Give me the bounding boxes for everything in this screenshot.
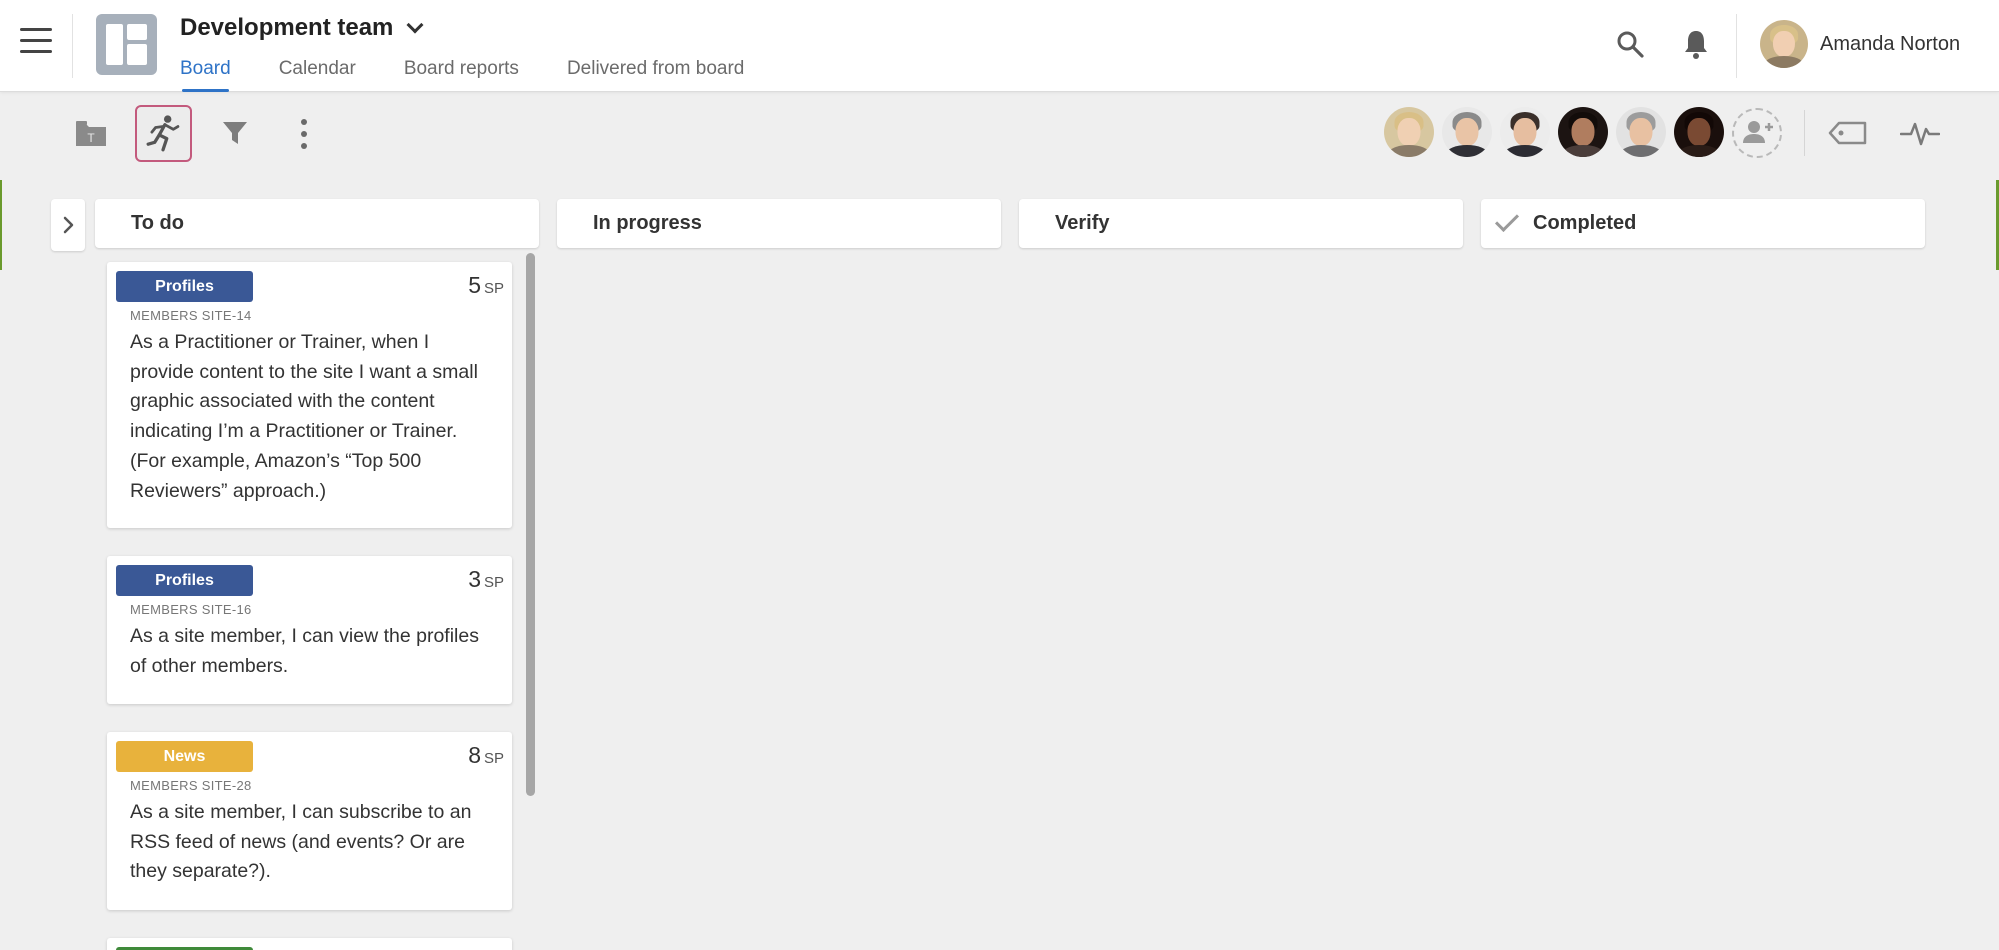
card-tag: News (116, 741, 253, 772)
card-id: MEMBERS SITE-28 (130, 778, 252, 793)
filter-icon[interactable] (220, 118, 250, 148)
chevron-right-icon (63, 216, 74, 234)
user-avatar (1760, 20, 1808, 68)
story-points-unit: SP (483, 280, 504, 297)
user-menu[interactable]: Amanda Norton (1760, 20, 1960, 68)
card-description: As a Practitioner or Trainer, when I pro… (130, 331, 478, 502)
column-header-in-progress[interactable]: In progress (557, 199, 1001, 248)
tab-board-reports[interactable]: Board reports (404, 58, 519, 92)
member-avatar[interactable] (1384, 107, 1434, 157)
story-card[interactable]: Profiles 3 SP MEMBERS SITE-16 As a site … (107, 556, 512, 704)
column-scrollbar[interactable] (526, 253, 535, 796)
more-vertical-icon[interactable] (294, 118, 314, 150)
card-id: MEMBERS SITE-14 (130, 308, 252, 323)
column-header-to-do[interactable]: To do (95, 199, 539, 248)
tag-icon[interactable] (1828, 118, 1868, 148)
board-title-dropdown[interactable]: Development team (180, 14, 424, 42)
hamburger-menu-icon[interactable] (20, 28, 52, 60)
card-tag: Profiles (116, 565, 253, 596)
edge-marker (0, 180, 2, 270)
story-points-value: 5 (468, 272, 481, 298)
member-avatar[interactable] (1500, 107, 1550, 157)
runner-toggle-button[interactable] (135, 105, 192, 162)
top-header: Development team Board Calendar Board re… (0, 0, 1999, 92)
story-points: 5 SP (468, 272, 504, 299)
tab-board[interactable]: Board (180, 58, 231, 92)
board-tabs: Board Calendar Board reports Delivered f… (180, 58, 744, 92)
pulse-icon[interactable] (1900, 118, 1940, 148)
chevron-down-icon (406, 16, 424, 34)
search-icon[interactable] (1616, 30, 1644, 58)
story-card[interactable]: Profiles 5 SP MEMBERS SITE-14 As a Pract… (107, 262, 512, 528)
story-points: 8 SP (468, 742, 504, 769)
column-header-verify[interactable]: Verify (1019, 199, 1463, 248)
member-avatar[interactable] (1558, 107, 1608, 157)
tab-delivered-from-board[interactable]: Delivered from board (567, 58, 744, 92)
story-points: 3 SP (468, 566, 504, 593)
board-members (1384, 107, 1724, 157)
svg-text:T: T (87, 131, 95, 145)
check-icon (1494, 207, 1520, 232)
card-tag: Profiles (116, 271, 253, 302)
column-header-completed[interactable]: Completed (1481, 199, 1925, 248)
column-title: Completed (1533, 212, 1637, 234)
header-divider (72, 14, 73, 78)
story-points-value: 8 (468, 742, 481, 768)
expand-panel-button[interactable] (51, 199, 85, 251)
header-divider (1736, 14, 1737, 78)
add-member-button[interactable] (1732, 108, 1782, 158)
column-title: Verify (1055, 212, 1110, 234)
story-card[interactable]: News 8 SP MEMBERS SITE-28 As a site memb… (107, 732, 512, 910)
board-logo-icon[interactable] (96, 14, 157, 75)
board-title: Development team (180, 14, 394, 41)
story-points-value: 3 (468, 566, 481, 592)
runner-icon (146, 115, 180, 152)
member-avatar[interactable] (1616, 107, 1666, 157)
folder-icon[interactable]: T (74, 118, 108, 148)
column-title: In progress (593, 212, 702, 234)
member-avatar[interactable] (1442, 107, 1492, 157)
card-description: As a site member, I can subscribe to an … (130, 801, 472, 883)
member-avatar[interactable] (1674, 107, 1724, 157)
story-points-unit: SP (483, 750, 504, 767)
column-title: To do (131, 212, 184, 234)
add-member-icon (1743, 121, 1773, 143)
tab-calendar[interactable]: Calendar (279, 58, 356, 92)
card-description: As a site member, I can view the profile… (130, 625, 479, 677)
toolbar-divider (1804, 110, 1805, 156)
story-points-unit: SP (483, 574, 504, 591)
story-card[interactable] (107, 938, 512, 950)
bell-icon[interactable] (1682, 28, 1710, 60)
user-name: Amanda Norton (1820, 32, 1961, 55)
card-id: MEMBERS SITE-16 (130, 602, 252, 617)
